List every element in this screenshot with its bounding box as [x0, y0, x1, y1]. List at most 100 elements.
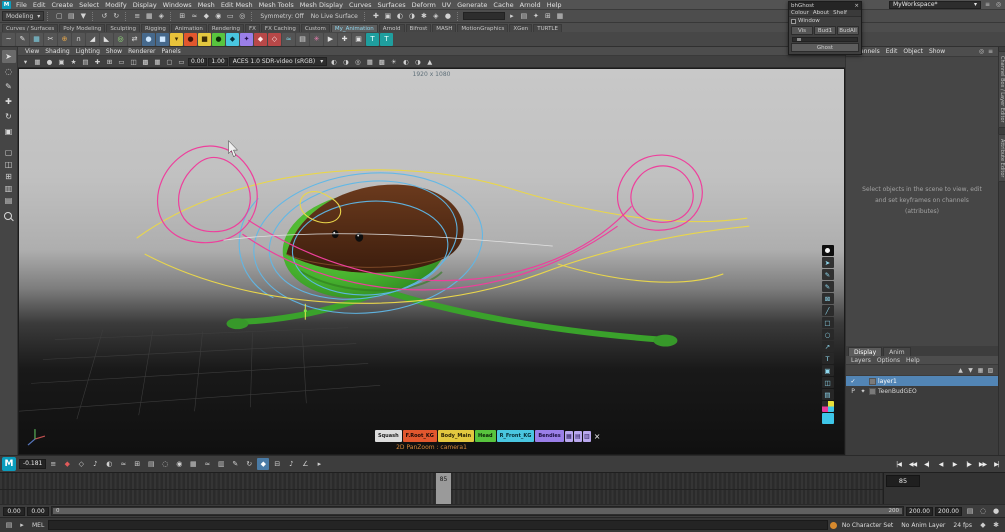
picker-button[interactable]: Squash [375, 430, 402, 442]
shelf-tab[interactable]: Custom [300, 24, 330, 32]
picker-button[interactable]: Head [475, 430, 496, 442]
bp-frame-icon[interactable]: ◫ [821, 377, 834, 388]
pencil-curve-tool-icon[interactable]: ✎ [16, 32, 29, 46]
set-key-icon[interactable]: ◆ [254, 32, 267, 46]
layer-menu-item[interactable]: Options [874, 357, 903, 364]
construction-history-icon[interactable]: ✚ [370, 11, 382, 22]
play-backwards-button[interactable]: ◀ [934, 458, 947, 470]
target-weld-icon[interactable]: ⊕ [58, 32, 71, 46]
layer-type-toggle[interactable]: ✦ [859, 388, 867, 395]
arnold-renderview-icon[interactable]: ● [442, 11, 454, 22]
heads-up-display-icon[interactable]: ▦ [554, 11, 566, 22]
open-scene-icon[interactable]: ▤ [65, 11, 77, 22]
camera-attributes-icon[interactable]: ▣ [56, 57, 67, 67]
teal-t-pose-plus-icon[interactable]: T [380, 32, 393, 46]
snap-grid-icon[interactable]: ⊞ [176, 11, 188, 22]
ghosting-icon[interactable]: ◐ [103, 458, 115, 470]
current-time-scrubber[interactable]: 85 [436, 473, 451, 504]
gate-mask-icon[interactable]: ▩ [140, 57, 151, 67]
snap-projected-center-icon[interactable]: ◉ [212, 11, 224, 22]
grid-toggle-icon[interactable]: ⊞ [542, 11, 554, 22]
time-editor-icon[interactable]: ▦ [187, 458, 199, 470]
menu-set-dropdown[interactable]: Modeling ▾ [2, 11, 45, 21]
menu-item[interactable]: Surfaces [375, 1, 409, 9]
bp-color-wheel-icon[interactable] [821, 401, 834, 412]
anti-aliasing-icon[interactable]: ▲ [424, 57, 435, 67]
playback-start-field[interactable]: 0.00 [27, 506, 49, 516]
ghost-option-button[interactable]: Bud1 [814, 26, 836, 35]
bp-marker-icon[interactable]: ✎ [821, 281, 834, 292]
ghost-opacity-slider[interactable] [792, 37, 858, 42]
shelf-tab[interactable]: FX [244, 24, 260, 32]
panel-menu-item[interactable]: Shading [42, 48, 72, 55]
render-current-frame-icon[interactable]: ◐ [394, 11, 406, 22]
go-to-start-button[interactable]: |◀ [892, 458, 905, 470]
cube-primitive-icon[interactable]: ■ [156, 32, 169, 46]
set-breakdown-icon[interactable]: ◇ [75, 458, 87, 470]
move-tool-icon[interactable]: ✚ [2, 95, 16, 108]
viewport-canvas[interactable]: 1920 x 1080 ➤ ✎ ✎ ⊠ ╱ □ ○ ↗ T ▣ ◫ ▤ Squash F.Root_KG… [18, 68, 845, 455]
layer-row[interactable]: ✓ layer1 [846, 376, 998, 386]
redo-icon[interactable]: ↻ [110, 11, 122, 22]
select-component-mode-icon[interactable]: ◈ [155, 11, 167, 22]
mute-channel-icon[interactable]: ◌ [159, 458, 171, 470]
in-view-light-icon[interactable] [821, 245, 834, 256]
auto-key-toggle-icon[interactable]: ◆ [257, 458, 270, 470]
xray-icon[interactable]: ◎ [352, 57, 363, 67]
two-pane-side-layout-icon[interactable]: ◫ [2, 159, 15, 169]
shelf-tab[interactable]: Animation [170, 24, 207, 32]
select-object-mode-icon[interactable]: ▦ [143, 11, 155, 22]
root-control-icon[interactable]: ● [184, 32, 197, 46]
buffer-curve-icon[interactable]: ▤ [145, 458, 157, 470]
make-live-icon[interactable]: ◎ [236, 11, 248, 22]
move-layer-down-icon[interactable]: ▼ [966, 366, 975, 374]
mute-all-icon[interactable]: ◌ [977, 506, 989, 517]
graph-editor-icon[interactable]: ≈ [282, 32, 295, 46]
step-back-frame-button[interactable]: ◀| [920, 458, 933, 470]
select-camera-icon[interactable]: ▦ [32, 57, 43, 67]
menu-item[interactable]: Mesh Tools [256, 1, 297, 9]
shelf-tab[interactable]: Rendering [207, 24, 244, 32]
lock-camera-icon[interactable]: ● [44, 57, 55, 67]
menu-item[interactable]: Windows [160, 1, 195, 9]
ghost-button[interactable]: Ghost [791, 43, 859, 52]
channel-menu-item[interactable]: Edit [883, 48, 901, 55]
anim-layer-dropdown[interactable]: No Anim Layer [898, 522, 948, 529]
shelf-tab[interactable]: FX Caching [260, 24, 300, 32]
set-key-icon[interactable]: ◆ [61, 458, 73, 470]
picker-grid-icon[interactable]: ▦ [564, 430, 573, 442]
audio-waveform-icon[interactable]: ♪ [89, 458, 101, 470]
close-icon[interactable]: × [592, 432, 601, 441]
select-hierarchy-icon[interactable]: ≡ [131, 11, 143, 22]
screen-space-ao-icon[interactable]: ◑ [412, 57, 423, 67]
dope-sheet-icon[interactable]: ▤ [296, 32, 309, 46]
highlight-selection-icon[interactable]: ✦ [530, 11, 542, 22]
current-frame-field[interactable]: 85 [886, 475, 920, 487]
time-slider[interactable]: 85 [0, 473, 884, 504]
menu-item[interactable]: UV [439, 1, 454, 9]
safe-action-icon[interactable]: ▢ [164, 57, 175, 67]
render-settings-icon[interactable]: ✱ [418, 11, 430, 22]
menu-item[interactable]: Deform [409, 1, 439, 9]
ipr-render-icon[interactable]: ◑ [406, 11, 418, 22]
range-slider[interactable]: 0 200 [51, 506, 904, 516]
solo-layer-icon[interactable]: ● [990, 506, 1002, 517]
viewport-menu-icon[interactable]: ▾ [20, 57, 31, 67]
picker-button[interactable]: Bendies [535, 430, 564, 442]
resolution-gate-icon[interactable]: ◫ [128, 57, 139, 67]
picker-button[interactable]: R_Front_KG [496, 430, 535, 442]
menu-item[interactable]: Arnold [517, 1, 544, 9]
shelf-tab[interactable]: Rigging [141, 24, 170, 32]
lasso-tool-icon[interactable]: ◌ [2, 65, 16, 78]
bp-line-icon[interactable]: ╱ [821, 305, 834, 316]
picker-button[interactable]: F.Root_KG [402, 430, 437, 442]
bevel-icon[interactable]: ◣ [100, 32, 113, 46]
shelf-tab[interactable]: XGen [509, 24, 533, 32]
layer-color-chip[interactable] [869, 387, 876, 395]
bp-image-icon[interactable]: ▣ [821, 365, 834, 376]
menu-item[interactable]: Curves [346, 1, 375, 9]
workspace-dropdown[interactable]: MyWorkspace* ▾ [889, 0, 981, 9]
gamma-icon[interactable]: ◑ [340, 57, 351, 67]
snap-point-icon[interactable]: ◆ [200, 11, 212, 22]
quad-draw-icon[interactable]: ▦ [30, 32, 43, 46]
